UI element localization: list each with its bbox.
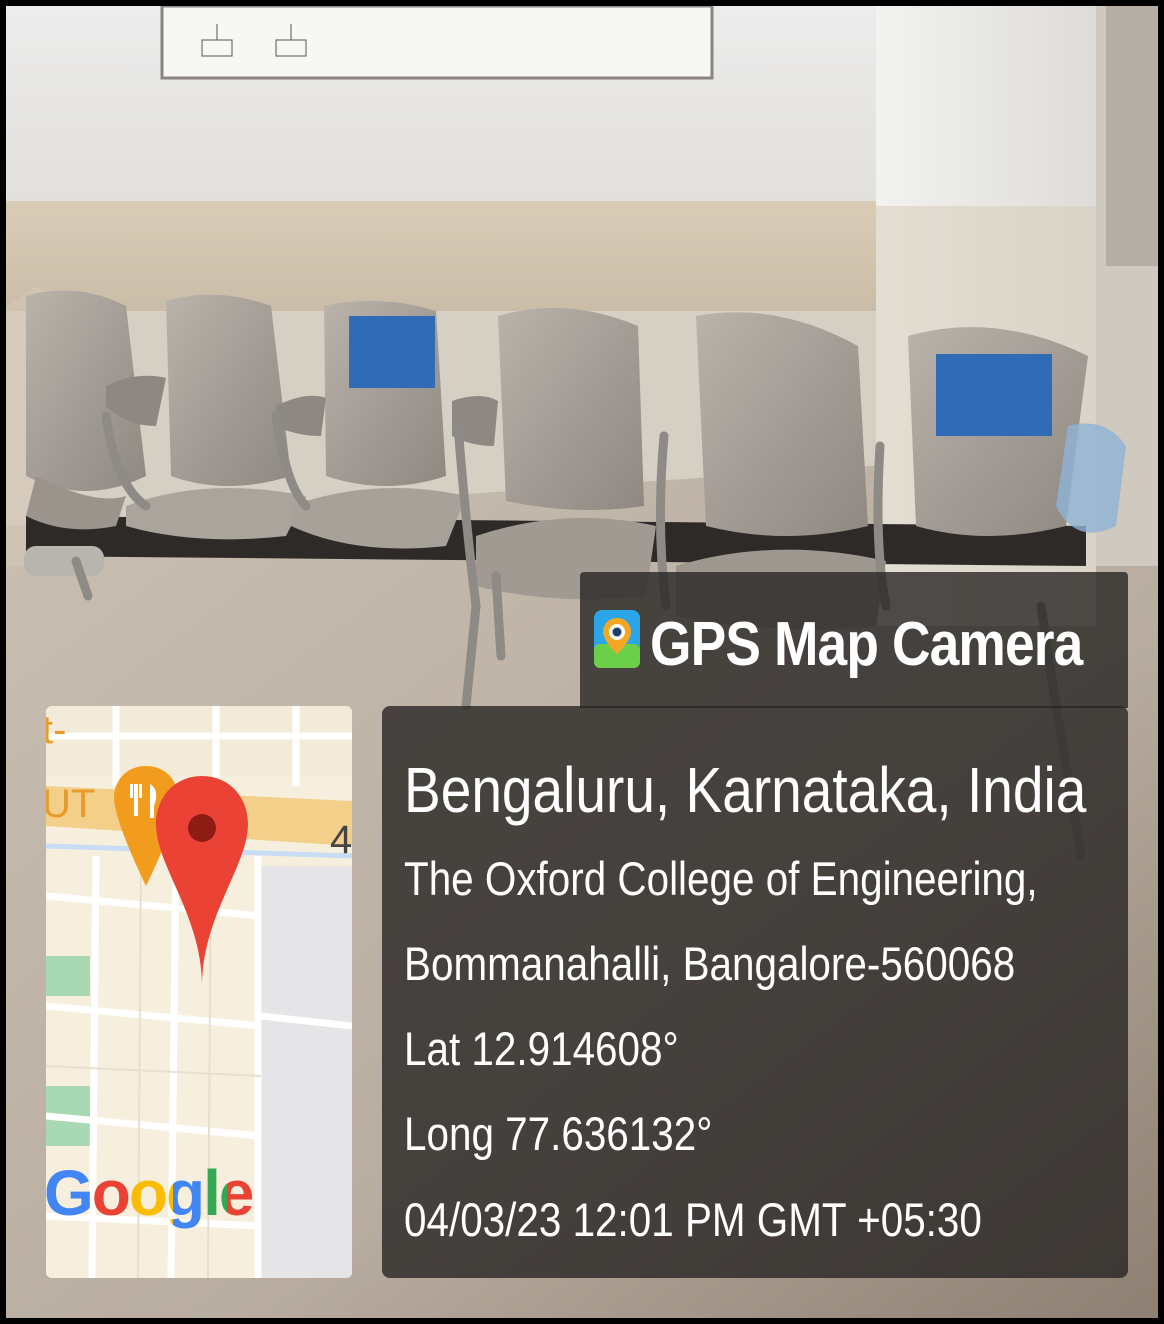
timestamp-readout: 04/03/23 12:01 PM GMT +05:30 <box>404 1193 982 1246</box>
chair <box>276 301 466 549</box>
map-partial-label-2: UT <box>46 782 96 826</box>
map-road-number: 4 <box>330 818 352 862</box>
location-title: Bengaluru, Karnataka, India <box>404 754 1087 826</box>
google-logo-text: Google <box>46 1157 254 1229</box>
gps-camera-app-icon <box>594 610 640 668</box>
app-name-label: GPS Map Camera <box>650 610 1083 679</box>
longitude-readout: Long 77.636132° <box>404 1107 713 1160</box>
google-logo: Google <box>46 1156 254 1230</box>
map-partial-label-1: t- <box>46 708 67 752</box>
address-line-2: Bommanahalli, Bangalore-560068 <box>404 937 1016 990</box>
photo-frame: GPS Map Camera Bengaluru, Karnataka, Ind… <box>0 0 1164 1324</box>
latitude-readout: Lat 12.914608° <box>404 1022 679 1075</box>
map-thumbnail: t- UT 4 Google <box>46 706 352 1278</box>
address-line-1: The Oxford College of Engineering, <box>404 852 1038 905</box>
chair <box>452 308 656 600</box>
